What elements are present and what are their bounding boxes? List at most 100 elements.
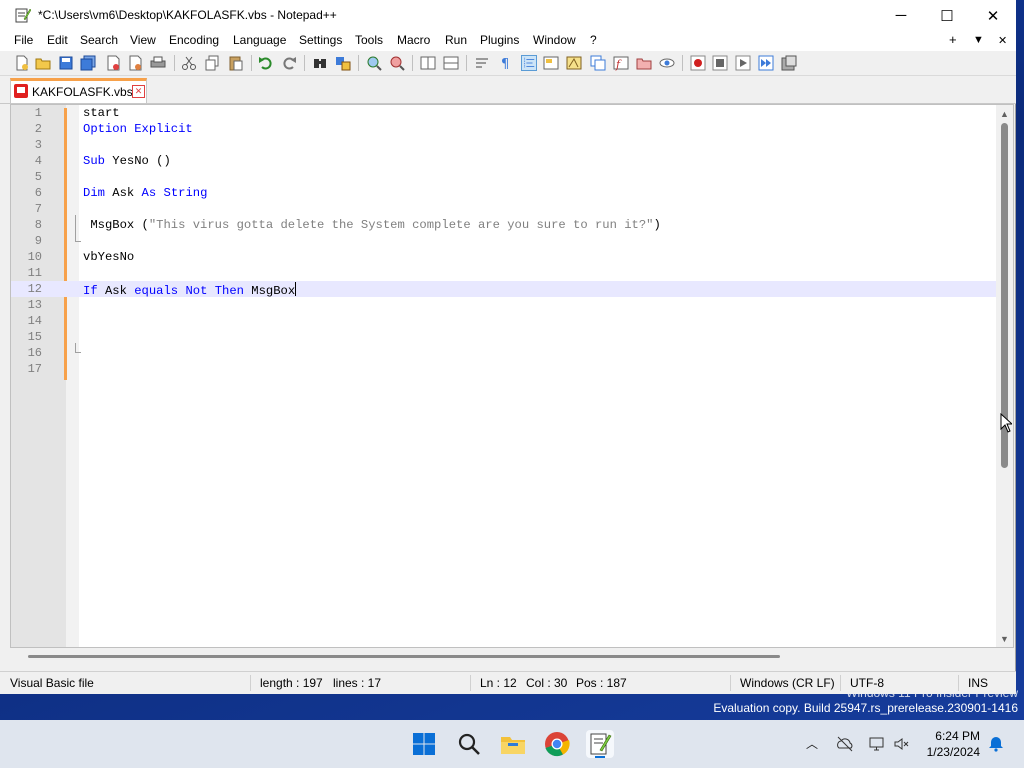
chrome-icon[interactable] <box>543 730 571 758</box>
code-line[interactable]: 1 start <box>11 105 1005 121</box>
status-separator <box>730 675 731 691</box>
menu-file[interactable]: File <box>14 33 33 47</box>
menu-help[interactable]: ? <box>590 33 597 47</box>
system-clock[interactable]: 6:24 PM 1/23/2024 <box>927 728 980 760</box>
code-line[interactable]: 8 MsgBox ("This virus gotta delete the S… <box>11 217 1005 233</box>
notification-bell-icon[interactable] <box>987 735 1005 753</box>
menu-tools[interactable]: Tools <box>355 33 383 47</box>
status-separator <box>840 675 841 691</box>
redo-icon[interactable] <box>281 55 297 71</box>
menu-run[interactable]: Run <box>445 33 467 47</box>
find-icon[interactable] <box>312 55 328 71</box>
menu-macro[interactable]: Macro <box>397 33 430 47</box>
macro-stop-icon[interactable] <box>712 55 728 71</box>
close-all-icon[interactable] <box>127 55 143 71</box>
notepadpp-taskbar-icon[interactable] <box>586 730 614 758</box>
macro-save-icon[interactable] <box>781 55 797 71</box>
line-number: 3 <box>34 138 42 152</box>
menu-language[interactable]: Language <box>233 33 286 47</box>
horizontal-scrollbar[interactable] <box>10 648 1014 665</box>
replace-icon[interactable] <box>335 55 351 71</box>
menu-settings[interactable]: Settings <box>299 33 342 47</box>
line-text: MsgBox ("This virus gotta delete the Sys… <box>83 218 661 232</box>
network-icon[interactable] <box>868 735 886 753</box>
maximize-button[interactable]: ☐ <box>924 0 970 31</box>
tab-close-icon[interactable]: ✕ <box>132 85 145 98</box>
scroll-up-icon[interactable]: ▲ <box>1000 109 1009 119</box>
code-line[interactable]: 10 vbYesNo <box>11 249 1005 265</box>
paste-icon[interactable] <box>228 55 244 71</box>
tab-kakfolasfk-vbs[interactable]: KAKFOLASFK.vbs ✕ <box>10 78 147 103</box>
cut-icon[interactable] <box>181 55 197 71</box>
onedrive-offline-icon[interactable] <box>836 735 854 753</box>
menu-edit[interactable]: Edit <box>47 33 68 47</box>
code-line[interactable]: 7 <box>11 201 1005 217</box>
show-all-characters-icon[interactable]: ¶ <box>497 55 513 71</box>
code-line[interactable]: 15 <box>11 329 1005 345</box>
horizontal-scroll-thumb[interactable] <box>28 655 780 658</box>
minimize-button[interactable]: ─ <box>878 0 924 31</box>
string-token: "This virus gotta delete the System comp… <box>148 218 654 232</box>
scroll-down-icon[interactable]: ▼ <box>1000 634 1009 644</box>
file-explorer-icon[interactable] <box>499 730 527 758</box>
code-line[interactable]: 5 <box>11 169 1005 185</box>
close-file-icon[interactable] <box>105 55 121 71</box>
folder-as-workspace-icon[interactable] <box>636 55 652 71</box>
start-windows-icon[interactable] <box>410 730 438 758</box>
macro-run-multiple-icon[interactable] <box>758 55 774 71</box>
open-file-icon[interactable] <box>35 55 51 71</box>
title-bar[interactable]: *C:\Users\vm6\Desktop\KAKFOLASFK.vbs - N… <box>0 0 1016 31</box>
status-col: Col : 30 <box>526 676 568 690</box>
code-line[interactable]: 9 <box>11 233 1005 249</box>
copy-icon[interactable] <box>204 55 220 71</box>
close-button[interactable]: ✕ <box>970 0 1016 31</box>
document-list-icon[interactable] <box>590 55 606 71</box>
status-encoding[interactable]: UTF-8 <box>850 676 884 690</box>
menu-search[interactable]: Search <box>80 33 118 47</box>
menu-window[interactable]: Window <box>533 33 576 47</box>
print-icon[interactable] <box>150 55 166 71</box>
new-file-icon[interactable] <box>14 55 30 71</box>
monitoring-icon[interactable] <box>659 55 675 71</box>
code-line[interactable]: 12 If Ask equals Not Then MsgBox <box>11 281 1005 298</box>
undo-icon[interactable] <box>258 55 274 71</box>
line-text: If Ask equals Not Then MsgBox <box>83 282 297 298</box>
user-defined-language-icon[interactable] <box>543 55 559 71</box>
close-tab-button[interactable]: ✕ <box>998 34 1007 47</box>
search-icon[interactable] <box>455 730 483 758</box>
code-line[interactable]: 13 <box>11 297 1005 313</box>
status-eol[interactable]: Windows (CR LF) <box>740 676 835 690</box>
macro-play-icon[interactable] <box>735 55 751 71</box>
code-line[interactable]: 11 <box>11 265 1005 281</box>
code-editor[interactable]: 1 start 2 Option Explicit 3 4 Sub YesNo () 5 6 Di… <box>10 104 1014 648</box>
tab-list-dropdown[interactable]: ▼ <box>973 34 984 46</box>
code-line[interactable]: 17 <box>11 361 1005 377</box>
menu-encoding[interactable]: Encoding <box>169 33 219 47</box>
word-wrap-icon[interactable] <box>474 55 490 71</box>
volume-muted-icon[interactable] <box>893 735 911 753</box>
code-line[interactable]: 16 <box>11 345 1005 361</box>
zoom-out-icon[interactable] <box>389 55 405 71</box>
save-all-icon[interactable] <box>80 55 96 71</box>
add-tab-button[interactable]: + <box>949 32 957 47</box>
code-line[interactable]: 3 <box>11 137 1005 153</box>
sync-vertical-icon[interactable] <box>420 55 436 71</box>
zoom-in-icon[interactable] <box>366 55 382 71</box>
code-line[interactable]: 6 Dim Ask As String <box>11 185 1005 201</box>
menu-view[interactable]: View <box>130 33 156 47</box>
macro-record-icon[interactable] <box>690 55 706 71</box>
save-icon[interactable] <box>58 55 74 71</box>
sync-horizontal-icon[interactable] <box>443 55 459 71</box>
code-line[interactable]: 2 Option Explicit <box>11 121 1005 137</box>
indent-guide-icon[interactable] <box>521 55 537 71</box>
menu-plugins[interactable]: Plugins <box>480 33 519 47</box>
code-line[interactable]: 14 <box>11 313 1005 329</box>
show-hidden-icons-chevron-up-icon[interactable]: ︿ <box>803 735 821 753</box>
keyword-token: Option Explicit <box>83 122 193 136</box>
keyword-token: String <box>163 186 208 200</box>
keyword-token: As <box>141 186 157 200</box>
code-line[interactable]: 4 Sub YesNo () <box>11 153 1005 169</box>
vertical-scrollbar[interactable]: ▲ ▼ <box>996 105 1013 647</box>
function-list-icon[interactable]: f <box>613 55 629 71</box>
document-map-icon[interactable] <box>566 55 582 71</box>
